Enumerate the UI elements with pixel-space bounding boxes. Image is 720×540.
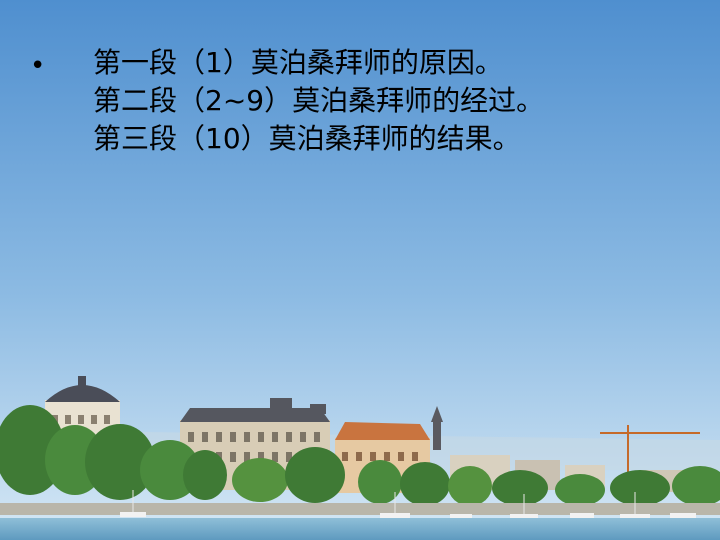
bullet-marker: • <box>30 51 46 81</box>
paragraph-line-1: 第一段（1）莫泊桑拜师的原因。 <box>93 46 503 79</box>
slide: • 第一段（1）莫泊桑拜师的原因。 第二段（2~9）莫泊桑拜师的经过。 第三段（… <box>0 0 720 540</box>
shore <box>0 503 720 515</box>
lake-water <box>0 518 720 540</box>
bullet-content: 第一段（1）莫泊桑拜师的原因。 第二段（2~9）莫泊桑拜师的经过。 第三段（10… <box>93 44 544 158</box>
paragraph-line-3: 第三段（10）莫泊桑拜师的结果。 <box>93 122 521 155</box>
paragraph-line-2: 第二段（2~9）莫泊桑拜师的经过。 <box>93 84 545 117</box>
